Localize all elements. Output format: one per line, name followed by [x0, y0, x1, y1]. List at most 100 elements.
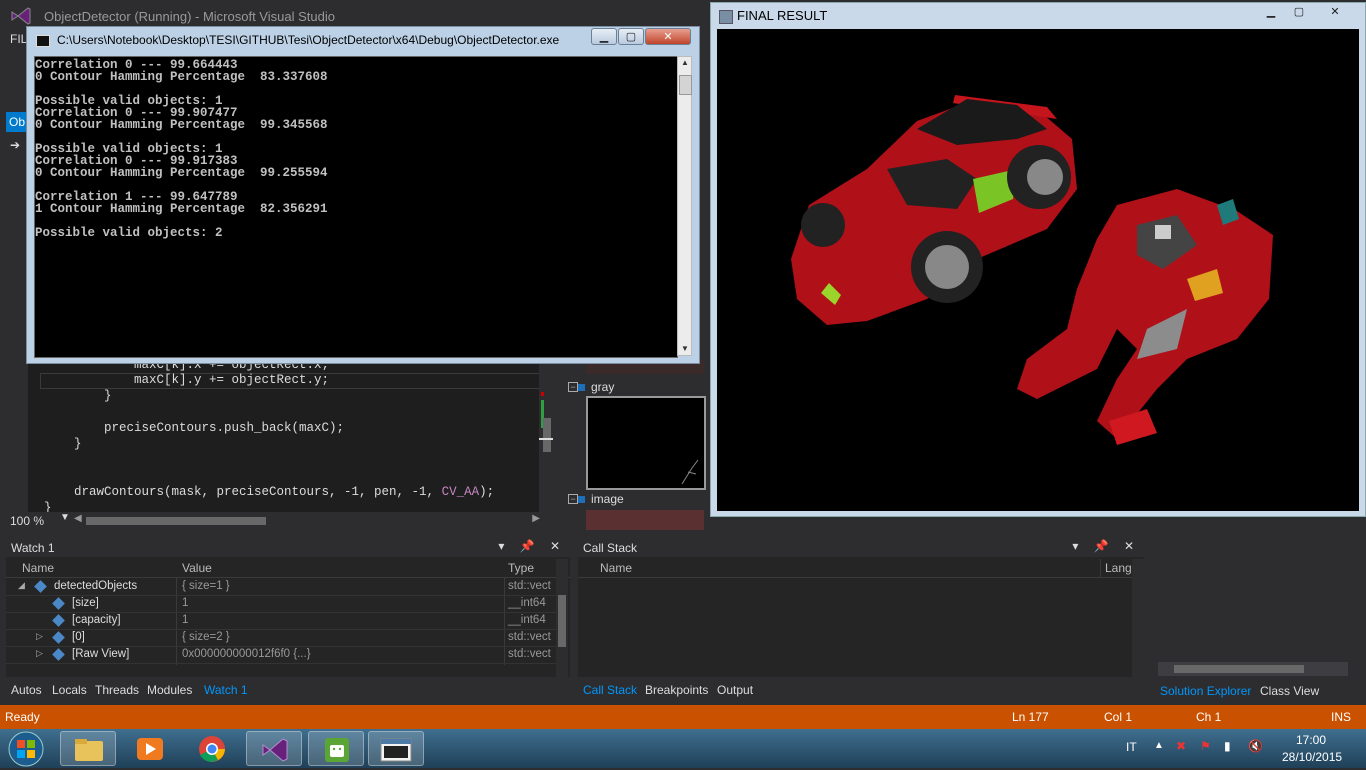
- taskbar-media-player[interactable]: [122, 731, 178, 766]
- scroll-thumb[interactable]: [543, 418, 551, 452]
- detection-result-image[interactable]: [717, 29, 1359, 511]
- clock-date[interactable]: 28/10/2015: [1282, 750, 1342, 764]
- image-thumbnail-image[interactable]: [586, 510, 704, 530]
- watch-row[interactable]: [size] 1 __int64: [6, 595, 556, 613]
- horizontal-scroll-thumb[interactable]: [86, 517, 266, 525]
- signal-icon[interactable]: ▮: [1224, 739, 1231, 753]
- watch-value: { size=2 }: [182, 631, 230, 643]
- code-line: maxC[k].y += objectRect.y;: [44, 373, 330, 387]
- call-stack-scrollbar[interactable]: [1132, 559, 1144, 677]
- taskbar-visual-studio[interactable]: [246, 731, 302, 766]
- window-icon: [719, 10, 733, 24]
- input-language[interactable]: IT: [1126, 740, 1137, 754]
- watch-row[interactable]: ▷ [Raw View] 0x000000000012f6f0 {...} st…: [6, 646, 556, 664]
- expand-icon[interactable]: ◢: [18, 580, 25, 591]
- scroll-down-icon[interactable]: ▼: [681, 344, 689, 353]
- console-scrollbar[interactable]: ▲ ▼: [677, 56, 692, 356]
- column-value[interactable]: Value: [182, 561, 212, 575]
- code-line: }: [44, 389, 112, 403]
- editor-vertical-scrollbar[interactable]: [539, 360, 553, 512]
- console-window-icon: [380, 738, 412, 762]
- watch-row[interactable]: ◢ detectedObjects { size=1 } std::vect: [6, 578, 556, 596]
- field-icon: [52, 597, 65, 610]
- watch-scrollbar[interactable]: [556, 559, 568, 677]
- tab-modules[interactable]: Modules: [147, 683, 192, 697]
- watch-name: [Raw View]: [72, 648, 130, 660]
- minimize-button[interactable]: ▁: [591, 28, 617, 45]
- watch-panel: Watch 1 ▾ 📌 ✕ Name Value Type ◢ detected…: [6, 537, 570, 677]
- volume-muted-icon[interactable]: 🔇: [1248, 739, 1263, 753]
- image-item-gray[interactable]: gray: [564, 380, 614, 394]
- code-editor[interactable]: maxC[k].x += objectRect.x; maxC[k].y += …: [28, 360, 553, 512]
- call-stack-panel: Call Stack ▾ 📌 ✕ Name Lang: [578, 537, 1144, 677]
- document-tab[interactable]: Ob: [6, 112, 28, 132]
- tab-watch-1[interactable]: Watch 1: [204, 683, 248, 697]
- taskbar-console[interactable]: [368, 731, 424, 766]
- pane-controls[interactable]: ▾ 📌 ✕: [1072, 539, 1140, 553]
- close-button[interactable]: ✕: [1315, 4, 1355, 21]
- maximize-button[interactable]: ▢: [618, 28, 644, 45]
- horizontal-scrollbar[interactable]: [1158, 662, 1348, 676]
- image-item-image[interactable]: image: [564, 492, 624, 506]
- image-thumbnail-gray[interactable]: [586, 396, 706, 490]
- start-button-icon[interactable]: [6, 730, 46, 768]
- expand-icon[interactable]: ▷: [36, 648, 43, 659]
- watch-name: detectedObjects: [54, 580, 138, 592]
- code-macro: CV_AA: [441, 485, 480, 499]
- tab-breakpoints[interactable]: Breakpoints: [645, 683, 708, 697]
- watch-tabs: Autos Locals Threads Modules Watch 1: [6, 680, 566, 700]
- minimize-button[interactable]: ▁: [1259, 4, 1283, 21]
- field-icon: [52, 614, 65, 627]
- tab-call-stack[interactable]: Call Stack: [583, 683, 637, 697]
- red-race-car-model: [791, 95, 1077, 325]
- watch-value: 1: [182, 614, 189, 626]
- console-title: C:\Users\Notebook\Desktop\TESI\GITHUB\Te…: [57, 33, 560, 47]
- scroll-left-icon[interactable]: ◀: [74, 513, 82, 524]
- pane-controls[interactable]: ▾ 📌 ✕: [498, 539, 566, 553]
- scroll-right-icon[interactable]: ▶: [532, 513, 540, 524]
- console-output-area[interactable]: Correlation 0 --- 99.664443 0 Contour Ha…: [34, 56, 678, 358]
- column-name[interactable]: Name: [22, 561, 54, 575]
- scroll-thumb[interactable]: [1174, 665, 1304, 673]
- column-type[interactable]: Type: [508, 561, 534, 575]
- column-name[interactable]: Name: [600, 561, 632, 575]
- solution-explorer-area: Solution Explorer Class View: [1148, 515, 1366, 705]
- watch-name: [size]: [72, 597, 99, 609]
- tab-autos[interactable]: Autos: [11, 683, 42, 697]
- expand-icon[interactable]: ▷: [36, 631, 43, 642]
- tab-threads[interactable]: Threads: [95, 683, 139, 697]
- zoom-dropdown-icon[interactable]: ▼: [60, 512, 70, 523]
- left-rail: Ob ➔: [0, 50, 28, 530]
- tab-output[interactable]: Output: [717, 683, 753, 697]
- call-stack-column-header: Name Lang: [578, 559, 1144, 578]
- visual-studio-logo-icon: [11, 7, 31, 25]
- show-hidden-icons[interactable]: ▲: [1154, 740, 1164, 751]
- tab-locals[interactable]: Locals: [52, 683, 87, 697]
- watch-row[interactable]: ▷ [0] { size=2 } std::vect: [6, 629, 556, 647]
- image-type-icon: [578, 496, 585, 503]
- arrow-right-icon[interactable]: ➔: [10, 138, 20, 152]
- watch-name: [0]: [72, 631, 85, 643]
- tab-class-view[interactable]: Class View: [1260, 684, 1319, 698]
- scroll-thumb[interactable]: [558, 595, 566, 647]
- watch-row[interactable]: [capacity] 1 __int64: [6, 612, 556, 630]
- vs-window-title: ObjectDetector (Running) - Microsoft Vis…: [44, 9, 335, 24]
- taskbar-explorer[interactable]: [60, 731, 116, 766]
- taskbar-chrome[interactable]: [184, 731, 240, 766]
- zoom-level[interactable]: 100 %: [10, 514, 44, 528]
- watch-column-header: Name Value Type: [6, 559, 570, 578]
- editor-gutter: [28, 360, 40, 512]
- scroll-up-icon[interactable]: ▲: [681, 58, 689, 67]
- column-lang[interactable]: Lang: [1105, 561, 1132, 575]
- watch-type: std::vect: [508, 631, 551, 643]
- scroll-thumb[interactable]: [679, 75, 692, 95]
- watch-value: 0x000000000012f6f0 {...}: [182, 648, 311, 660]
- lego-models-picture: [791, 95, 1273, 445]
- network-error-icon[interactable]: ✖: [1176, 739, 1186, 753]
- action-center-icon[interactable]: ⚑: [1200, 739, 1211, 753]
- taskbar-android[interactable]: [308, 731, 364, 766]
- clock-time[interactable]: 17:00: [1296, 733, 1326, 747]
- maximize-button[interactable]: ▢: [1287, 4, 1311, 21]
- tab-solution-explorer[interactable]: Solution Explorer: [1160, 684, 1251, 698]
- close-button[interactable]: ✕: [645, 28, 691, 45]
